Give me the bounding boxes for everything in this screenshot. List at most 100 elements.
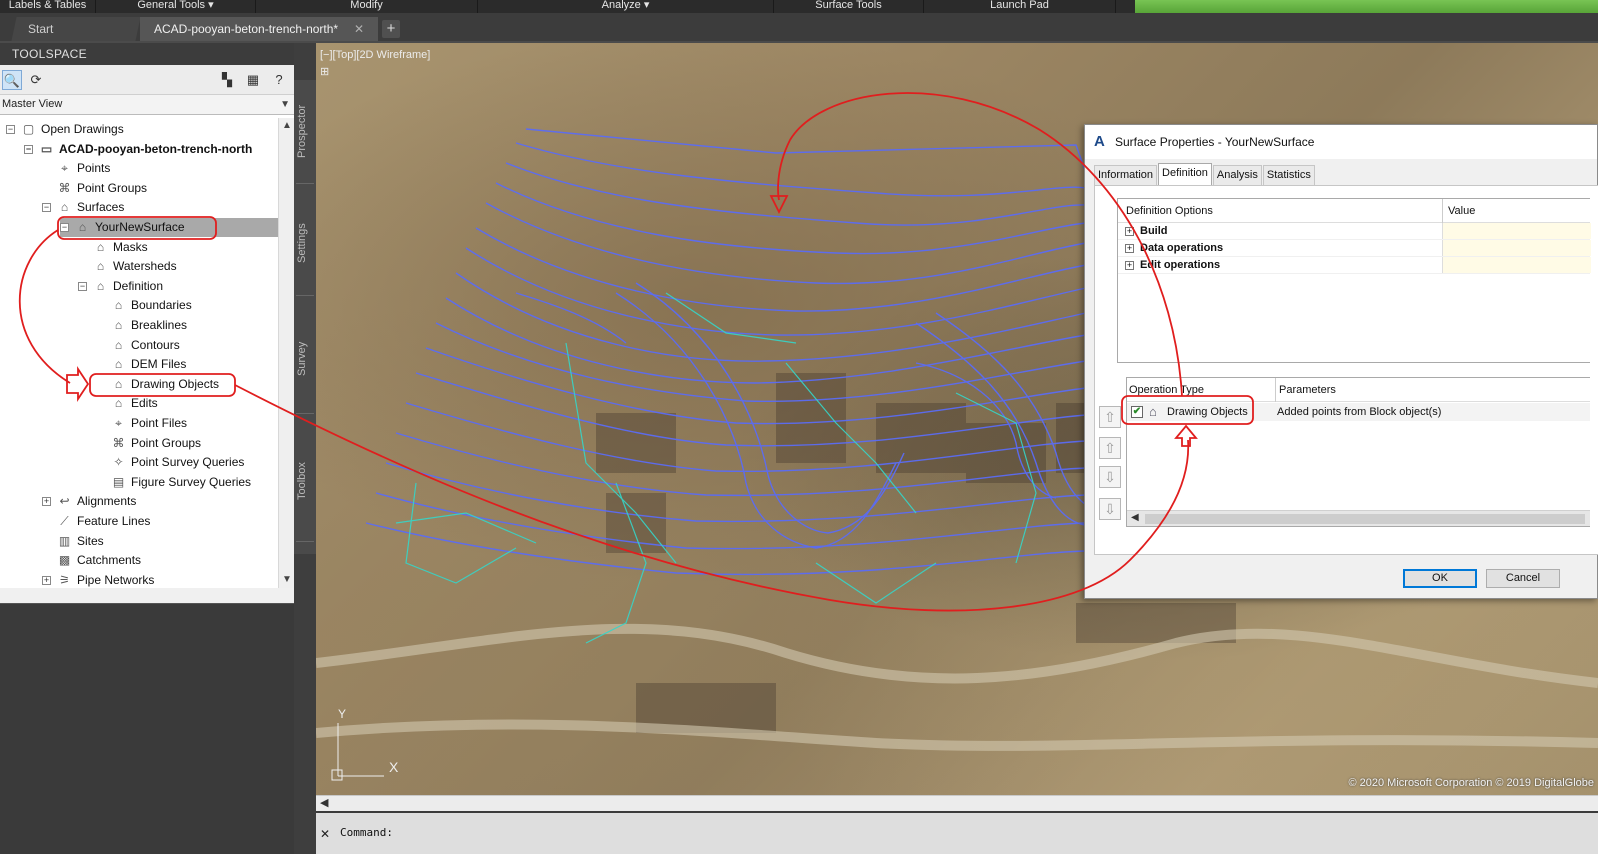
tree-item-catchments[interactable]: ▩ Catchments <box>42 551 141 570</box>
tree-item-feature-lines[interactable]: ⟋ Feature Lines <box>42 512 150 531</box>
navigation-icon[interactable]: ⊞ <box>320 65 329 78</box>
collapse-icon[interactable]: − <box>78 281 87 291</box>
option-value <box>1442 223 1591 239</box>
ribbon-launch-pad[interactable]: Launch Pad <box>924 0 1116 13</box>
scroll-down-icon[interactable]: ▼ <box>282 574 292 585</box>
move-bottom-icon[interactable]: ⇩ <box>1099 498 1121 520</box>
ribbon-surface-tools[interactable]: Surface Tools <box>774 0 924 13</box>
tab-survey[interactable]: Survey <box>296 304 314 414</box>
refresh-icon[interactable]: ⟳ <box>26 70 46 90</box>
expand-icon[interactable]: + <box>1125 244 1134 253</box>
expand-icon[interactable]: + <box>1125 227 1134 236</box>
tree-item-label: Point Groups <box>77 180 148 195</box>
tree-item-edits[interactable]: ⌂ Edits <box>96 394 158 413</box>
tree-item-point-groups[interactable]: ⌘ Point Groups <box>42 179 148 198</box>
ribbon-general-tools[interactable]: General Tools ▾ <box>96 0 256 13</box>
ribbon-labels-tables[interactable]: Labels & Tables <box>0 0 96 13</box>
tree-item-point-files[interactable]: ⌖ Point Files <box>96 414 187 433</box>
point-groups-icon: ⌘ <box>112 435 125 450</box>
tree-item-label: Point Groups <box>131 435 202 450</box>
viewport-controls[interactable]: [−][Top][2D Wireframe] <box>320 49 430 61</box>
move-down-icon[interactable]: ⇩ <box>1099 466 1121 488</box>
tree-item-acad-pooyan-beton-trench-north[interactable]: − ▭ ACAD-pooyan-beton-trench-north <box>24 140 252 159</box>
tree-item-label: Feature Lines <box>77 514 151 528</box>
operation-parameters: Added points from Block object(s) <box>1277 406 1442 418</box>
scroll-left-icon[interactable]: ◀ <box>1131 512 1139 523</box>
operation-row[interactable]: ✔ ⌂ Drawing Objects Added points from Bl… <box>1127 403 1590 421</box>
tab-information[interactable]: Information <box>1094 165 1158 185</box>
tab-toolbox[interactable]: Toolbox <box>296 422 314 542</box>
operations-scrollbar[interactable]: ◀ <box>1127 510 1590 526</box>
tree-item-boundaries[interactable]: ⌂ Boundaries <box>96 296 192 315</box>
item-view-icon[interactable]: ▚ <box>217 70 237 90</box>
tab-definition[interactable]: Definition <box>1158 163 1212 185</box>
collapse-icon[interactable]: − <box>24 144 33 154</box>
tree-item-points[interactable]: ⌖ Points <box>42 159 110 178</box>
new-tab-button[interactable]: + <box>382 20 400 38</box>
tab-start[interactable]: Start <box>11 17 141 41</box>
tree-item-watersheds[interactable]: ⌂ Watersheds <box>78 257 177 276</box>
ok-button[interactable]: OK <box>1403 569 1477 588</box>
collapse-icon[interactable]: − <box>60 223 69 232</box>
view-select-value: Master View <box>2 98 63 110</box>
tab-settings[interactable]: Settings <box>296 192 314 296</box>
option-row-build[interactable]: + Build <box>1118 223 1591 240</box>
tree-item-open-drawings[interactable]: − ▢ Open Drawings <box>6 120 124 139</box>
sites-icon: ▥ <box>58 533 71 548</box>
drawing-objects-icon: ⌂ <box>1149 404 1157 419</box>
tree-item-yournewsurface[interactable]: − ⌂ YourNewSurface <box>60 218 278 237</box>
tree-scrollbar[interactable]: ▲ ▼ <box>278 118 294 588</box>
tree-item-alignments[interactable]: + ↩ Alignments <box>42 492 136 511</box>
tree-item-figure-survey-queries[interactable]: ▤ Figure Survey Queries <box>96 473 251 492</box>
catchments-icon: ▩ <box>58 553 71 568</box>
tree-item-label: Contours <box>131 337 180 352</box>
tree-item-pipe-networks[interactable]: + ⚞ Pipe Networks <box>42 571 154 588</box>
tree-item-masks[interactable]: ⌂ Masks <box>78 238 148 257</box>
scroll-thumb[interactable] <box>1145 514 1585 524</box>
tree-item-breaklines[interactable]: ⌂ Breaklines <box>96 316 187 335</box>
chevron-down-icon: ▼ <box>280 99 290 110</box>
tree-item-point-groups[interactable]: ⌘ Point Groups <box>96 434 202 453</box>
tree-horizontal-scrollbar[interactable] <box>0 588 294 603</box>
prospector-mode-icon[interactable]: 🔍 <box>2 70 22 90</box>
list-view-icon[interactable]: ▦ <box>243 70 263 90</box>
tab-analysis[interactable]: Analysis <box>1212 165 1262 185</box>
expand-icon[interactable]: + <box>1125 261 1134 270</box>
operation-checkbox[interactable]: ✔ <box>1131 406 1143 418</box>
ribbon-analyze[interactable]: Analyze ▾ <box>478 0 774 13</box>
help-icon[interactable]: ? <box>269 70 289 90</box>
scroll-left-icon[interactable]: ◀ <box>320 796 328 809</box>
dialog-title: Surface Properties - YourNewSurface <box>1115 135 1315 149</box>
view-select[interactable]: Master View ▼ <box>0 95 294 115</box>
toolspace-item-view <box>0 603 294 854</box>
collapse-icon[interactable]: − <box>6 125 15 134</box>
viewport-horizontal-scrollbar[interactable]: ◀ <box>316 795 1598 811</box>
scroll-up-icon[interactable]: ▲ <box>282 120 292 131</box>
move-top-icon[interactable]: ⇧ <box>1099 406 1121 428</box>
close-icon[interactable]: ✕ <box>320 827 330 841</box>
tab-statistics[interactable]: Statistics <box>1262 165 1315 185</box>
tree-item-point-survey-queries[interactable]: ✧ Point Survey Queries <box>96 453 244 472</box>
expand-icon[interactable]: + <box>42 575 51 585</box>
tab-prospector[interactable]: Prospector <box>296 80 314 184</box>
option-row-edit-operations[interactable]: + Edit operations <box>1118 257 1591 274</box>
option-row-data-operations[interactable]: + Data operations <box>1118 240 1591 257</box>
tree-item-dem-files[interactable]: ⌂ DEM Files <box>96 355 186 374</box>
collapse-icon[interactable]: − <box>42 203 51 213</box>
ribbon-modify[interactable]: Modify <box>256 0 478 13</box>
surface-properties-dialog: A Surface Properties - YourNewSurface In… <box>1084 124 1598 599</box>
tree-item-sites[interactable]: ▥ Sites <box>42 532 104 551</box>
cancel-button[interactable]: Cancel <box>1486 569 1560 588</box>
tree-item-drawing-objects[interactable]: ⌂ Drawing Objects <box>96 375 219 394</box>
point-survey-queries-icon: ✧ <box>113 455 124 470</box>
tree-item-label: Boundaries <box>131 298 192 313</box>
tree-item-definition[interactable]: − ⌂ Definition <box>78 277 163 296</box>
tree-item-surfaces[interactable]: − ⌂ Surfaces <box>42 198 124 217</box>
move-up-icon[interactable]: ⇧ <box>1099 437 1121 459</box>
tree-item-contours[interactable]: ⌂ Contours <box>96 336 180 355</box>
expand-icon[interactable]: + <box>42 497 51 507</box>
command-line[interactable]: ✕ Command: <box>316 811 1598 854</box>
tab-document[interactable]: ACAD-pooyan-beton-trench-north* ✕ <box>140 17 378 41</box>
close-icon[interactable]: ✕ <box>354 17 364 41</box>
dialog-title-bar[interactable]: A Surface Properties - YourNewSurface <box>1085 125 1597 159</box>
